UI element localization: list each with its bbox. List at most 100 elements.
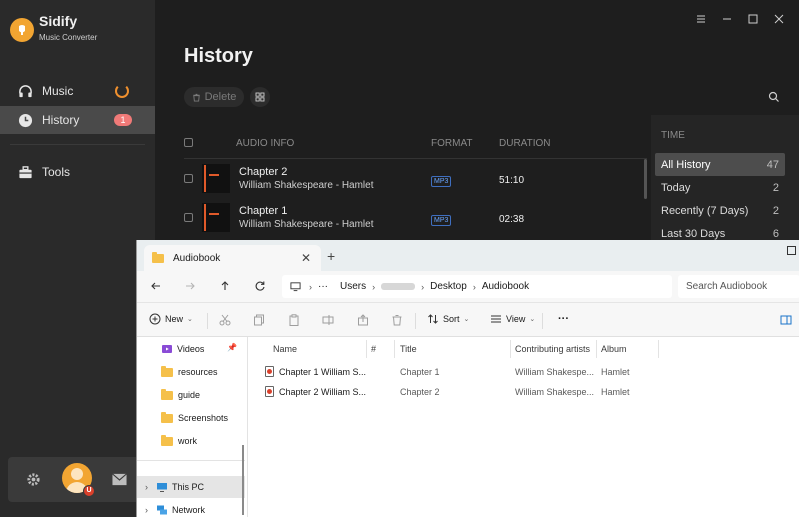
format-badge: MP3 bbox=[431, 214, 452, 226]
column-album[interactable]: Album bbox=[601, 344, 627, 354]
more-options-button[interactable]: ··· bbox=[558, 313, 569, 325]
maximize-icon[interactable] bbox=[787, 246, 796, 255]
explorer-titlebar: Audiobook ✕ + bbox=[137, 240, 799, 271]
list-header: AUDIO INFO FORMAT DURATION bbox=[184, 129, 647, 159]
nav-item-resources[interactable]: resources bbox=[137, 361, 245, 383]
nav-item-screenshots[interactable]: Screenshots bbox=[137, 407, 245, 429]
table-row[interactable]: Chapter 1 William Shakespeare - Hamlet M… bbox=[184, 198, 647, 237]
time-filter-recent-7-days[interactable]: Recently (7 Days) 2 bbox=[655, 199, 785, 222]
nav-scrollbar[interactable] bbox=[242, 445, 244, 515]
toolbar-divider bbox=[415, 313, 416, 329]
grid-icon bbox=[255, 92, 265, 102]
track-duration: 51:10 bbox=[499, 174, 525, 186]
toolbar-divider bbox=[207, 313, 208, 329]
file-list: Name # Title Contributing artists Album … bbox=[248, 337, 799, 517]
sidebar: Sidify Music Converter Music History 1 T… bbox=[0, 0, 155, 517]
row-checkbox[interactable] bbox=[184, 174, 193, 183]
time-filter-today[interactable]: Today 2 bbox=[655, 176, 785, 199]
sidebar-item-history[interactable]: History 1 bbox=[0, 106, 155, 134]
time-filter-all-history[interactable]: All History 47 bbox=[655, 153, 785, 176]
mail-icon[interactable] bbox=[112, 473, 127, 486]
table-row[interactable]: Chapter 1 William S... Chapter 1 William… bbox=[248, 362, 799, 382]
close-tab-icon[interactable]: ✕ bbox=[301, 251, 311, 265]
breadcrumb-username-redacted[interactable] bbox=[381, 283, 416, 290]
column-contributing-artists[interactable]: Contributing artists bbox=[515, 344, 590, 354]
column-format: FORMAT bbox=[431, 138, 473, 149]
nav-item-guide[interactable]: guide bbox=[137, 384, 245, 406]
select-all-checkbox[interactable] bbox=[184, 137, 193, 147]
sort-button[interactable]: Sort ⌄ bbox=[427, 313, 469, 325]
nav-item-network[interactable]: › Network bbox=[137, 499, 245, 517]
column-title[interactable]: Title bbox=[400, 344, 417, 354]
chevron-down-icon: ⌄ bbox=[463, 316, 470, 323]
view-list-icon bbox=[491, 315, 501, 323]
chevron-right-icon: › bbox=[372, 281, 376, 292]
back-arrow-icon[interactable] bbox=[150, 280, 162, 292]
app-subtitle: Music Converter bbox=[39, 33, 98, 42]
nav-item-label: Screenshots bbox=[178, 413, 229, 423]
address-bar[interactable]: › ··· Users › › Desktop › Audiobook bbox=[282, 275, 672, 298]
forward-arrow-icon[interactable] bbox=[184, 280, 196, 292]
nav-item-videos[interactable]: Videos 📌 bbox=[137, 338, 245, 360]
tab-title: Audiobook bbox=[173, 252, 221, 264]
gear-icon[interactable] bbox=[26, 472, 41, 487]
time-filter-count: 2 bbox=[772, 181, 779, 194]
file-list-header: Name # Title Contributing artists Album bbox=[248, 340, 799, 360]
file-album: Hamlet bbox=[601, 387, 630, 397]
breadcrumb-audiobook[interactable]: Audiobook bbox=[482, 281, 529, 292]
new-button[interactable]: New ⌄ bbox=[149, 313, 193, 325]
details-pane-icon[interactable] bbox=[780, 314, 792, 326]
minimize-icon[interactable] bbox=[722, 11, 732, 21]
grid-view-button[interactable] bbox=[250, 87, 270, 107]
copy-icon[interactable] bbox=[253, 314, 265, 326]
delete-button[interactable]: Delete bbox=[184, 87, 244, 107]
time-filter-label: Today bbox=[661, 181, 691, 194]
page-title: History bbox=[184, 45, 253, 67]
nav-item-label: resources bbox=[178, 367, 218, 377]
column-audio-info: AUDIO INFO bbox=[236, 138, 295, 149]
list-scrollbar[interactable] bbox=[644, 159, 647, 199]
sidebar-item-tools[interactable]: Tools bbox=[0, 158, 155, 186]
track-duration: 02:38 bbox=[499, 213, 525, 225]
more-options-label: ··· bbox=[558, 313, 569, 325]
rename-icon[interactable] bbox=[322, 314, 334, 326]
nav-item-work[interactable]: work bbox=[137, 430, 245, 452]
breadcrumb-desktop[interactable]: Desktop bbox=[430, 281, 467, 292]
time-filter-label: Last 30 Days bbox=[661, 227, 726, 240]
videos-folder-icon bbox=[162, 345, 172, 353]
new-button-label: New bbox=[165, 314, 184, 324]
track-artist: William Shakespeare - Hamlet bbox=[239, 180, 374, 192]
column-number[interactable]: # bbox=[371, 344, 376, 354]
sort-button-label: Sort bbox=[443, 314, 460, 324]
explorer-tab[interactable]: Audiobook ✕ bbox=[144, 245, 321, 271]
menu-icon[interactable] bbox=[696, 11, 706, 23]
breadcrumb-users[interactable]: Users bbox=[340, 281, 366, 292]
search-input[interactable]: Search Audiobook bbox=[678, 275, 799, 298]
time-filter-header: TIME bbox=[661, 130, 685, 141]
search-icon[interactable] bbox=[768, 91, 780, 103]
table-row[interactable]: Chapter 2 William Shakespeare - Hamlet M… bbox=[184, 159, 647, 198]
cut-icon[interactable] bbox=[219, 314, 231, 326]
maximize-icon[interactable] bbox=[748, 11, 758, 24]
column-name[interactable]: Name bbox=[273, 344, 297, 354]
table-row[interactable]: Chapter 2 William S... Chapter 2 William… bbox=[248, 382, 799, 402]
chevron-right-icon: › bbox=[145, 505, 148, 515]
up-arrow-icon[interactable] bbox=[219, 280, 231, 292]
new-tab-icon[interactable]: + bbox=[327, 248, 335, 264]
chevron-down-icon: ⌄ bbox=[529, 316, 536, 323]
close-icon[interactable] bbox=[774, 11, 784, 24]
chevron-down-icon: ⌄ bbox=[187, 316, 193, 323]
paste-icon[interactable] bbox=[288, 314, 300, 326]
sidebar-item-music[interactable]: Music bbox=[0, 77, 155, 105]
nav-item-this-pc[interactable]: › This PC bbox=[137, 476, 245, 498]
format-badge: MP3 bbox=[431, 175, 452, 187]
breadcrumb-more[interactable]: ··· bbox=[318, 281, 328, 292]
share-icon[interactable] bbox=[357, 314, 369, 326]
explorer-toolbar: New ⌄ Sort ⌄ View ⌄ ··· bbox=[137, 302, 799, 337]
delete-icon[interactable] bbox=[391, 314, 403, 326]
app-logo: Sidify Music Converter bbox=[10, 14, 97, 42]
row-checkbox[interactable] bbox=[184, 213, 193, 222]
cover-thumbnail bbox=[202, 203, 230, 232]
view-button[interactable]: View ⌄ bbox=[490, 313, 535, 325]
refresh-icon[interactable] bbox=[254, 280, 266, 292]
